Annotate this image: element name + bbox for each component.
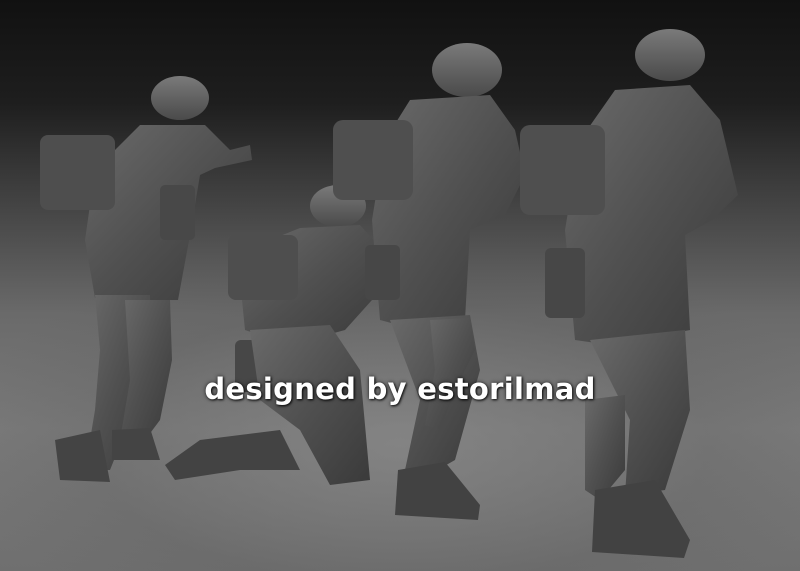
soldier-figure-left [40, 76, 252, 482]
watermark-text: designed by estorilmad [204, 372, 596, 406]
figurines-illustration [40, 29, 738, 558]
render-scene: designed by estorilmad [0, 0, 800, 571]
soldier-figure-kneeling [165, 185, 378, 485]
soldier-figure-right [520, 29, 738, 558]
